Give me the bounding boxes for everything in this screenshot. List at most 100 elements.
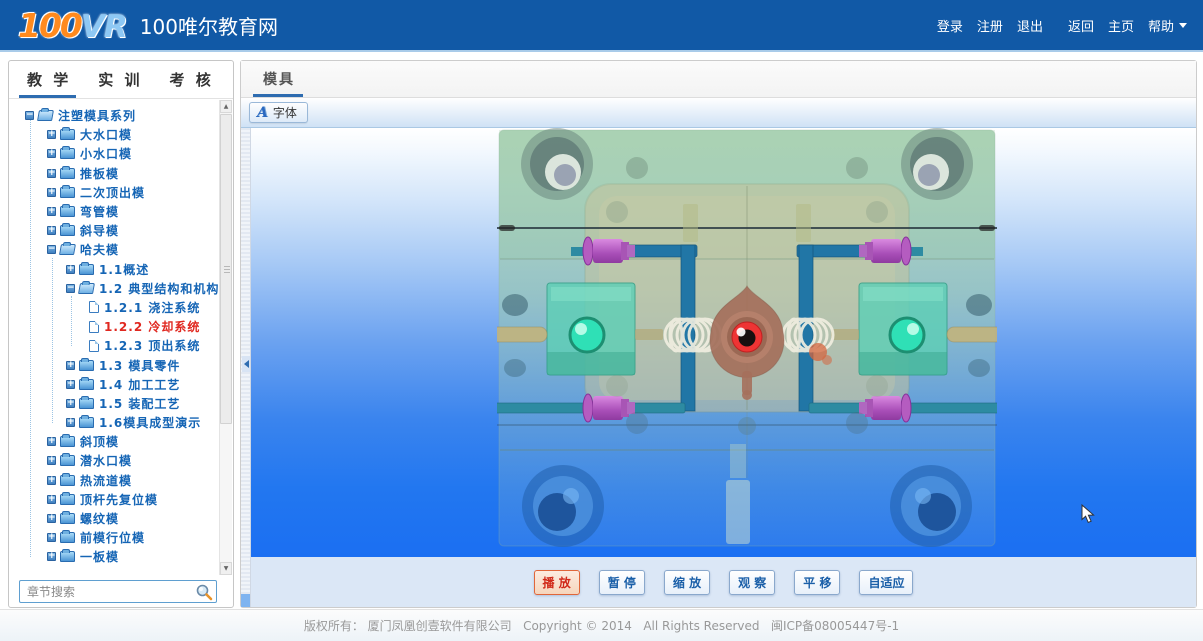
collapse-sidebar-button[interactable] — [242, 356, 250, 372]
plus-expander-icon[interactable]: + — [47, 130, 56, 139]
play-button[interactable]: 播 放 — [534, 570, 580, 595]
tree-item[interactable]: +顶杆先复位模 — [9, 490, 219, 509]
plus-expander-icon[interactable]: + — [66, 265, 75, 274]
plus-expander-icon[interactable]: + — [66, 399, 75, 408]
nav-link-home[interactable]: 主页 — [1108, 16, 1134, 35]
plus-expander-icon[interactable]: + — [47, 169, 56, 178]
plus-expander-icon[interactable]: + — [47, 149, 56, 158]
tree-item[interactable]: +1.3 模具零件 — [9, 355, 219, 374]
document-icon — [89, 301, 99, 313]
tree-item-label: 推板模 — [80, 165, 119, 182]
site-logo[interactable]: 100 VR — [18, 6, 127, 45]
folder-icon — [79, 360, 94, 371]
sidebar-tab-training[interactable]: 实 训 — [98, 69, 142, 90]
nav-link-help[interactable]: 帮助 — [1148, 16, 1187, 35]
tab-mold[interactable]: 模具 — [263, 69, 295, 89]
plus-expander-icon[interactable]: + — [47, 495, 56, 504]
folder-icon — [79, 264, 94, 275]
tree-item[interactable]: + 二次顶出模 — [9, 183, 219, 202]
plus-expander-icon[interactable]: + — [47, 476, 56, 485]
plus-expander-icon[interactable]: + — [47, 514, 56, 523]
nav-link-login[interactable]: 登录 — [937, 16, 963, 35]
scroll-down-arrow-icon[interactable]: ▼ — [220, 562, 232, 575]
folder-icon — [60, 494, 75, 505]
nav-link-back[interactable]: 返回 — [1068, 16, 1094, 35]
tree-item[interactable]: +弯管模 — [9, 202, 219, 221]
pan-button[interactable]: 平 移 — [794, 570, 840, 595]
search-box — [19, 580, 217, 603]
tree-item-label: 1.4 加工工艺 — [99, 376, 180, 393]
tree-item[interactable]: + 推板模 — [9, 164, 219, 183]
tree-item-label: 注塑模具系列 — [58, 107, 136, 124]
plus-expander-icon[interactable]: + — [66, 418, 75, 427]
plus-expander-icon[interactable]: + — [47, 437, 56, 446]
nav-link-logout[interactable]: 退出 — [1017, 16, 1043, 35]
nav-link-register[interactable]: 注册 — [977, 16, 1003, 35]
tree-item[interactable]: +斜导模 — [9, 221, 219, 240]
plus-expander-icon[interactable]: + — [47, 552, 56, 561]
tree-item[interactable]: 1.2.1 浇注系统 — [9, 298, 219, 317]
tree-item-label: 1.2.2 冷却系统 — [104, 318, 200, 335]
tree-item[interactable]: +大水口模 — [9, 125, 219, 144]
tree-item[interactable]: −1.2 典型结构和机构 — [9, 279, 219, 298]
search-input[interactable] — [20, 581, 216, 602]
sidebar-tab-teaching[interactable]: 教 学 — [27, 69, 71, 90]
sidebar-tab-assessment[interactable]: 考 核 — [169, 69, 213, 90]
viewer-control-bar: 播 放暂 停缩 放观 察平 移自适应 — [251, 557, 1196, 607]
plus-expander-icon[interactable]: + — [47, 207, 56, 216]
folder-icon — [60, 129, 75, 140]
minus-expander-icon[interactable]: − — [47, 245, 56, 254]
search-icon[interactable] — [195, 583, 213, 601]
font-button-label: 字体 — [273, 104, 297, 121]
tree-item[interactable]: + 热流道模 — [9, 471, 219, 490]
minus-expander-icon[interactable]: − — [66, 284, 75, 293]
observe-button[interactable]: 观 察 — [729, 570, 775, 595]
tree-item-label: 热流道模 — [80, 472, 132, 489]
font-button[interactable]: A 字体 — [249, 102, 308, 123]
tree-item-label: 哈夫模 — [80, 241, 119, 258]
pause-button[interactable]: 暂 停 — [599, 570, 645, 595]
tree-item[interactable]: +小水口模 — [9, 144, 219, 163]
plus-expander-icon[interactable]: + — [47, 188, 56, 197]
logo-vr-text: VR — [81, 9, 127, 45]
zoom-button[interactable]: 缩 放 — [664, 570, 710, 595]
scroll-up-arrow-icon[interactable]: ▲ — [220, 100, 232, 113]
tree-item[interactable]: +1.1概述 — [9, 260, 219, 279]
plus-expander-icon[interactable]: + — [47, 226, 56, 235]
tree-item[interactable]: 1.2.2 冷却系统 — [9, 317, 219, 336]
tree-item[interactable]: +前模行位模 — [9, 528, 219, 547]
plus-expander-icon[interactable]: + — [47, 456, 56, 465]
tree-scrollbar[interactable]: ▲ ▼ — [219, 100, 232, 575]
tree-item[interactable]: − 哈夫模 — [9, 240, 219, 259]
tree-item[interactable]: + 螺纹模 — [9, 509, 219, 528]
folder-icon — [60, 187, 75, 198]
tree-item[interactable]: +一板模 — [9, 547, 219, 566]
folder-icon — [60, 551, 75, 562]
scrollbar-grip — [224, 269, 230, 270]
tree-item[interactable]: + 斜顶模 — [9, 432, 219, 451]
chapter-tree: −注塑模具系列+大水口模+小水口模+推板模+二次顶出模+弯管模+斜导模−哈夫模+… — [9, 100, 219, 575]
tree-item-label: 斜顶模 — [80, 433, 119, 450]
fit-button[interactable]: 自适应 — [859, 570, 913, 595]
minus-expander-icon[interactable]: − — [25, 111, 34, 120]
scrollbar-thumb[interactable] — [220, 114, 232, 424]
panel-splitter[interactable] — [241, 128, 251, 607]
tree-item[interactable]: +1.5 装配工艺 — [9, 394, 219, 413]
viewer-canvas[interactable] — [251, 128, 1196, 557]
plus-expander-icon[interactable]: + — [66, 361, 75, 370]
tree-item[interactable]: +潜水口模 — [9, 451, 219, 470]
tree-item-label: 1.2.1 浇注系统 — [104, 299, 200, 316]
tree-item-label: 1.3 模具零件 — [99, 357, 180, 374]
plus-expander-icon[interactable]: + — [47, 533, 56, 542]
tree-item-label: 二次顶出模 — [80, 184, 145, 201]
folder-icon — [60, 513, 75, 524]
tree-item-label: 1.5 装配工艺 — [99, 395, 180, 412]
plus-expander-icon[interactable]: + — [66, 380, 75, 389]
tree-item[interactable]: +1.6模具成型演示 — [9, 413, 219, 432]
tree-item-label: 螺纹模 — [80, 510, 119, 527]
logo-100-text: 100 — [18, 6, 81, 45]
tree-item[interactable]: 1.2.3 顶出系统 — [9, 336, 219, 355]
tree-item[interactable]: +1.4 加工工艺 — [9, 375, 219, 394]
tree-item[interactable]: − 注塑模具系列 — [9, 106, 219, 125]
collapse-arrow-icon — [244, 360, 249, 368]
